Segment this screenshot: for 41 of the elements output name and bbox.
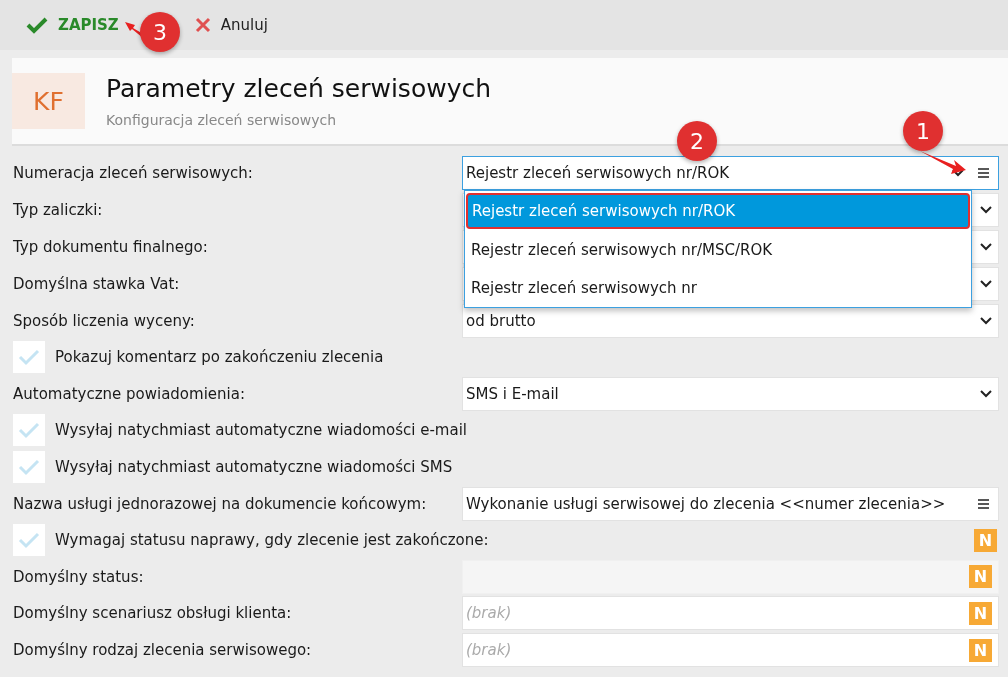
text-field[interactable]: Wykonanie usługi serwisowej do zlecenia <<numer zlecenia>> (462, 486, 999, 521)
checkbox[interactable] (13, 414, 45, 447)
n-badge: N (974, 528, 997, 552)
checkbox-label: Wysyłaj natychmiast automatyczne wiadomości e-mail (55, 421, 467, 440)
checkbox-label: Wymagaj statusu naprawy, gdy zlecenie jest zakończone: (55, 531, 489, 550)
page-subtitle: Konfiguracja zleceń serwisowych (106, 112, 338, 128)
logo-tile: KF (12, 73, 85, 129)
dropdown-field[interactable]: Rejestr zleceń serwisowych nr/ROK (462, 155, 999, 190)
field-label: Automatyczne powiadomienia: (13, 384, 246, 403)
cancel-button[interactable]: Anuluj (190, 14, 272, 36)
n-badge: N (969, 638, 992, 662)
chevron-down-icon (980, 316, 992, 325)
dropdown-field[interactable]: SMS i E-mail (462, 376, 999, 411)
page-title: Parametry zleceń serwisowych (106, 74, 492, 103)
chevron-down-icon (980, 205, 992, 214)
field-label: Sposób liczenia wyceny: (13, 311, 196, 330)
checkbox-label: Pokazuj komentarz po zakończeniu zlecenia (55, 348, 384, 367)
field-label: Nazwa usługi jednorazowej na dokumencie końcowym: (13, 494, 428, 513)
n-badge: N (969, 565, 992, 589)
n-badge: N (969, 601, 992, 625)
chevron-down-icon (980, 242, 992, 251)
checkmark-icon (17, 420, 41, 441)
checkbox[interactable] (13, 341, 45, 374)
checkbox-label: Wysyłaj natychmiast automatyczne wiadomości SMS (55, 458, 453, 477)
field-label: Typ zaliczki: (13, 200, 104, 219)
checkmark-icon (17, 457, 41, 478)
checkmark-icon (17, 530, 41, 551)
chevron-down-icon (980, 389, 992, 399)
field-label: Numeracja zleceń serwisowych: (13, 163, 254, 182)
checkbox[interactable] (13, 451, 45, 484)
checkmark-icon (17, 347, 41, 368)
checkbox[interactable] (13, 524, 45, 557)
close-icon (194, 17, 211, 33)
field-label: Domyślna stawka Vat: (13, 274, 181, 293)
dropdown-option[interactable]: Rejestr zleceń serwisowych nr/MSC/ROK (465, 231, 971, 269)
field-label: Domyślny status: (13, 567, 145, 586)
field-label: Domyślny scenariusz obsługi klienta: (13, 604, 293, 623)
field-label: Typ dokumentu finalnego: (13, 237, 209, 256)
field-label: Domyślny rodzaj zlecenia serwisowego: (13, 641, 313, 660)
chevron-down-icon (980, 279, 992, 288)
check-icon (26, 16, 48, 34)
